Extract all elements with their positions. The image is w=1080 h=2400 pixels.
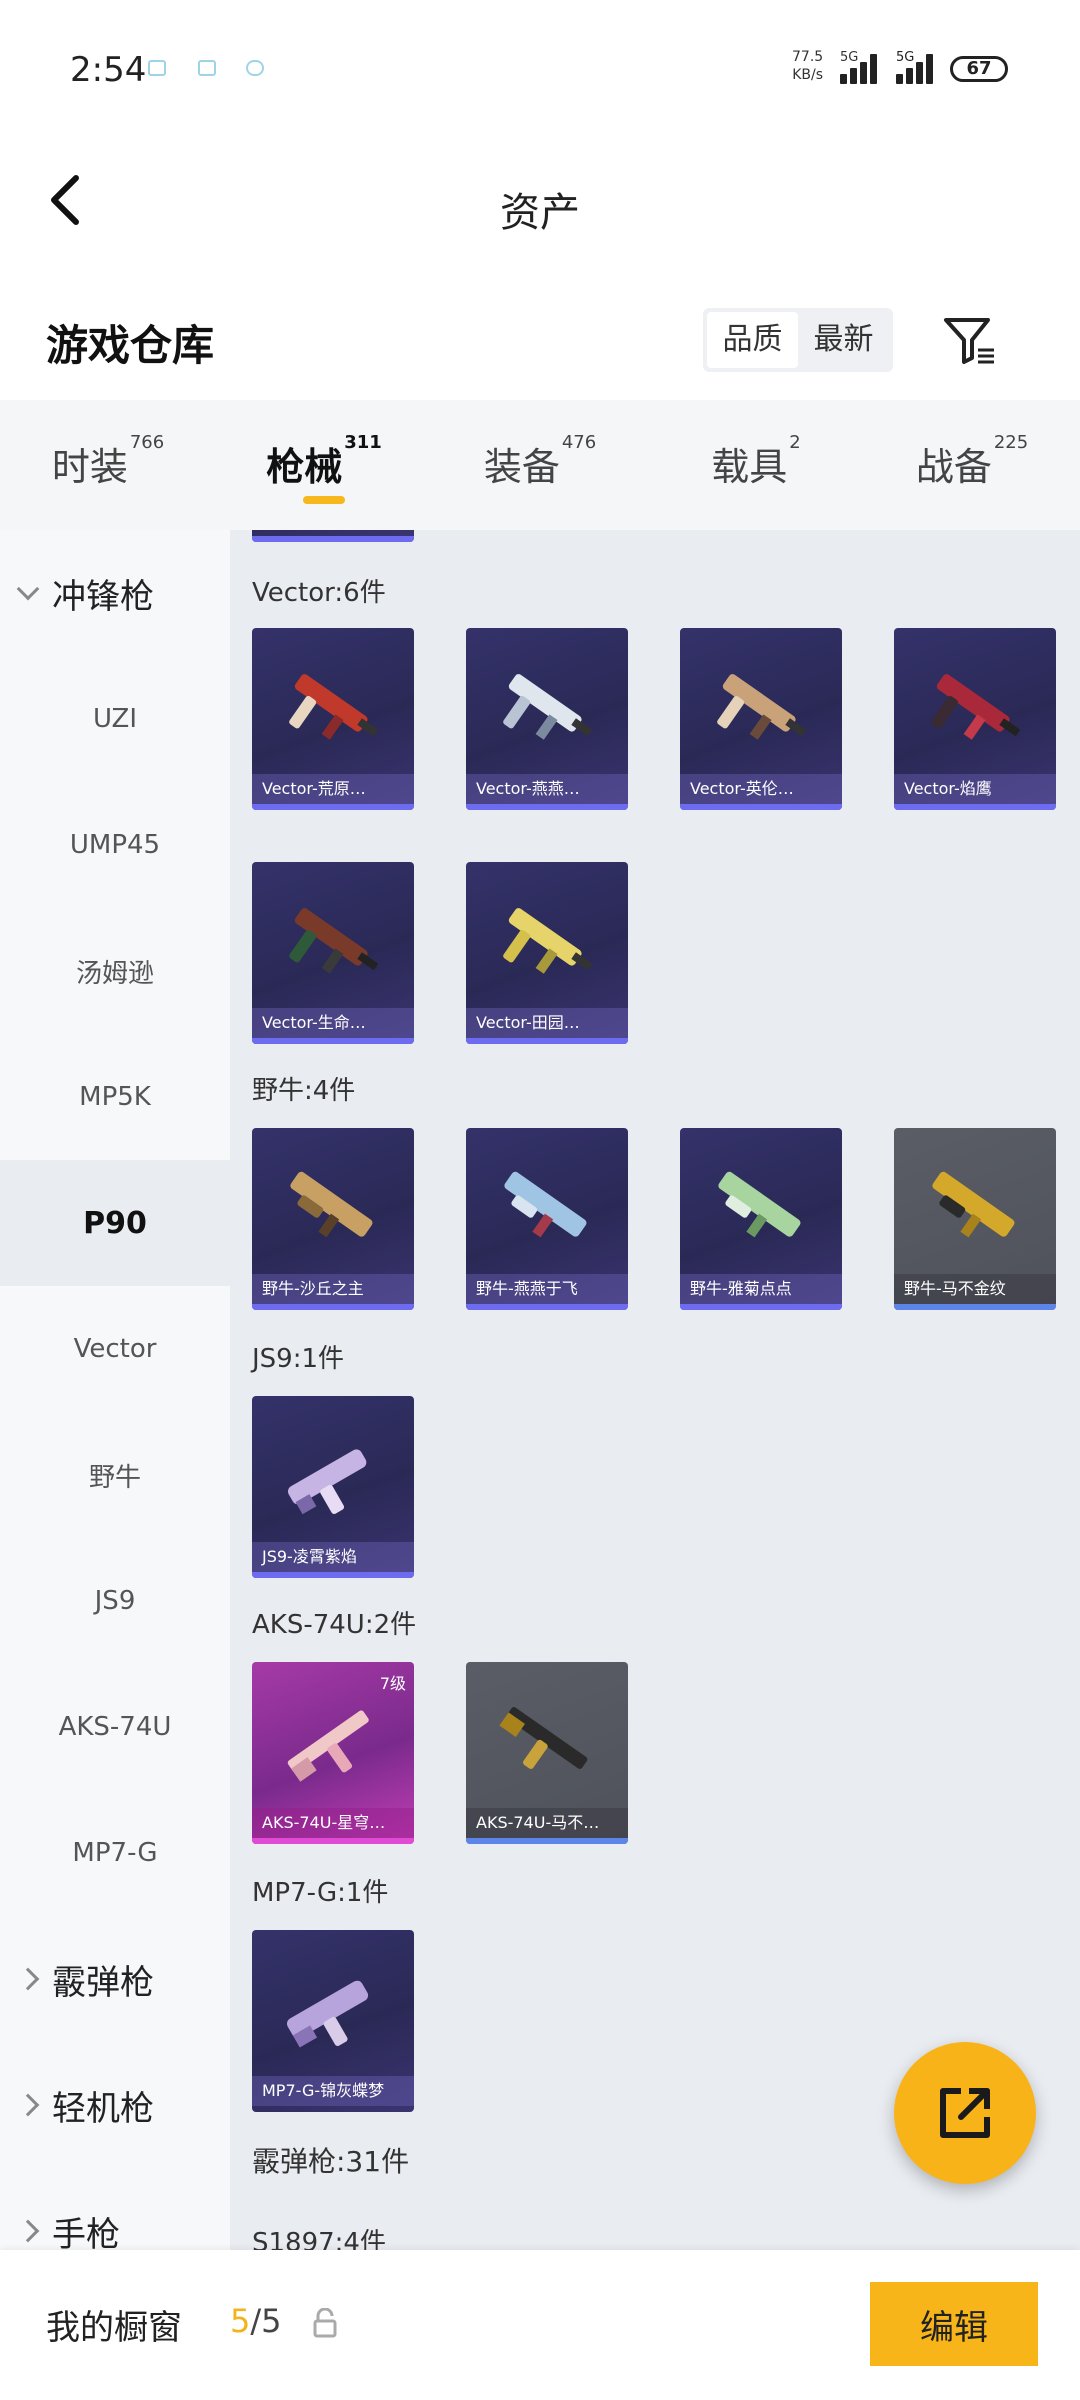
weapon-card[interactable]: 7级 AKS-74U-星穹…: [252, 1662, 414, 1844]
weapon-card[interactable]: Vector-燕燕…: [466, 628, 628, 810]
sidebar-group-lmg[interactable]: 轻机枪: [0, 2042, 230, 2168]
weapon-skin-icon: [286, 1980, 369, 2048]
weapon-skin-icon: [931, 674, 1021, 740]
weapon-name: 野牛-燕燕于飞: [466, 1274, 628, 1304]
weapon-skin-icon: [499, 1707, 588, 1769]
category-tabs: 时装766 枪械311 装备476 载具2 战备225: [0, 400, 1080, 530]
weapon-skin-icon: [289, 908, 379, 974]
weapon-card[interactable]: Vector-荒原…: [252, 628, 414, 810]
section-label: Vector:6件: [252, 578, 386, 608]
weapon-skin-icon: [290, 1171, 373, 1238]
share-icon: [940, 2088, 990, 2138]
chevron-right-icon: [16, 1967, 40, 1991]
share-button[interactable]: [894, 2042, 1036, 2184]
warehouse-row: 游戏仓库 品质 最新: [0, 290, 1080, 400]
tab-supplies[interactable]: 战备225: [864, 400, 1080, 530]
weapon-skin-icon: [718, 1171, 801, 1238]
sidebar-item-uzi[interactable]: UZI: [0, 656, 230, 782]
weapon-skin-icon: [287, 1710, 369, 1782]
sidebar-item-thompson[interactable]: 汤姆逊: [0, 908, 230, 1034]
battery-indicator: 67: [950, 56, 1008, 82]
weapon-name: 野牛-马不金纹: [894, 1274, 1056, 1304]
sidebar-item-mp5k[interactable]: MP5K: [0, 1034, 230, 1160]
weapon-skin-icon: [503, 674, 593, 740]
sort-by-newest[interactable]: 最新: [798, 312, 889, 368]
weapon-name: Vector-焰鹰: [894, 774, 1056, 804]
weapon-sidebar: 冲锋枪 UZI UMP45 汤姆逊 MP5K P90 Vector 野牛 JS9…: [0, 530, 230, 2255]
weapon-card[interactable]: Vector-田园…: [466, 862, 628, 1044]
weapon-card[interactable]: JS9-凌霄紫焰: [252, 1396, 414, 1578]
weapon-card[interactable]: 野牛-沙丘之主: [252, 1128, 414, 1310]
sidebar-item-aks74u[interactable]: AKS-74U: [0, 1664, 230, 1790]
sidebar-item-bizon[interactable]: 野牛: [0, 1412, 230, 1538]
chevron-down-icon: [16, 577, 40, 601]
section-label: JS9:1件: [252, 1344, 345, 1374]
tab-active-indicator: [303, 496, 345, 504]
sort-toggle: 品质 最新: [703, 308, 893, 372]
weapon-grid: Vector:6件 Vector-荒原… Vector-燕燕… Vector-英…: [230, 530, 1080, 2250]
section-label: 野牛:4件: [252, 1076, 356, 1106]
weapon-card[interactable]: 野牛-马不金纹: [894, 1128, 1056, 1310]
weapon-name: Vector-田园…: [466, 1008, 628, 1038]
status-time: 2:54: [70, 50, 147, 90]
tab-equipment[interactable]: 装备476: [432, 400, 648, 530]
weapon-name: MP7-G-锦灰蝶梦: [252, 2076, 414, 2106]
weapon-skin-icon: [717, 674, 807, 740]
sidebar-group-smg[interactable]: 冲锋枪: [0, 530, 230, 656]
tab-guns[interactable]: 枪械311: [216, 400, 432, 530]
weapon-card[interactable]: 野牛-燕燕于飞: [466, 1128, 628, 1310]
filter-icon[interactable]: [942, 312, 998, 368]
weapon-name: 野牛-沙丘之主: [252, 1274, 414, 1304]
notification-icon: [198, 60, 216, 76]
warehouse-title: 游戏仓库: [46, 321, 215, 370]
weapon-skin-icon: [287, 1449, 367, 1515]
tab-outfit[interactable]: 时装766: [0, 400, 216, 530]
weapon-skin-icon: [289, 674, 379, 740]
status-bar: 2:54 77.5 KB/s 5G 5G 67: [0, 0, 1080, 130]
section-label: AKS-74U:2件: [252, 1610, 417, 1640]
weapon-name: AKS-74U-星穹…: [252, 1808, 414, 1838]
page-title: 资产: [500, 190, 580, 236]
net-speed: 77.5 KB/s: [792, 49, 824, 83]
weapon-skin-icon: [503, 908, 593, 974]
weapon-name: AKS-74U-马不…: [466, 1808, 628, 1838]
section-label: MP7-G:1件: [252, 1878, 389, 1908]
sidebar-item-js9[interactable]: JS9: [0, 1538, 230, 1664]
section-label: 霰弹枪:31件: [252, 2145, 410, 2178]
sidebar-group-shotgun[interactable]: 霰弹枪: [0, 1916, 230, 2042]
unlock-icon: [313, 2308, 337, 2338]
weapon-card[interactable]: 野牛-雅菊点点: [680, 1128, 842, 1310]
weapon-card[interactable]: AKS-74U-马不…: [466, 1662, 628, 1844]
showcase-count: 5/5: [230, 2302, 282, 2340]
weapon-name: Vector-荒原…: [252, 774, 414, 804]
sidebar-item-vector[interactable]: Vector: [0, 1286, 230, 1412]
sidebar-item-p90[interactable]: P90: [0, 1160, 230, 1286]
header: 资产: [0, 130, 1080, 270]
weapon-skin-icon: [504, 1171, 587, 1238]
weapon-card[interactable]: Vector-英伦…: [680, 628, 842, 810]
tab-vehicles[interactable]: 载具2: [648, 400, 864, 530]
weapon-skin-icon: [932, 1171, 1015, 1238]
sort-by-quality[interactable]: 品质: [707, 312, 798, 368]
notification-icon: [148, 60, 166, 76]
section-label: S1897:4件: [252, 2228, 386, 2250]
sidebar-item-mp7g[interactable]: MP7-G: [0, 1790, 230, 1916]
weapon-name: Vector-英伦…: [680, 774, 842, 804]
showcase-label: 我的橱窗: [46, 2308, 182, 2348]
weapon-name: Vector-生命…: [252, 1008, 414, 1038]
weapon-card[interactable]: [252, 530, 414, 542]
notification-icon: [246, 60, 264, 76]
weapon-card[interactable]: Vector-焰鹰: [894, 628, 1056, 810]
chevron-right-icon: [16, 2219, 40, 2243]
showcase-bar: 我的橱窗 5/5 编辑: [0, 2250, 1080, 2400]
weapon-name: Vector-燕燕…: [466, 774, 628, 804]
weapon-name: JS9-凌霄紫焰: [252, 1542, 414, 1572]
weapon-card[interactable]: Vector-生命…: [252, 862, 414, 1044]
weapon-name: 野牛-雅菊点点: [680, 1274, 842, 1304]
sidebar-item-ump45[interactable]: UMP45: [0, 782, 230, 908]
edit-button[interactable]: 编辑: [870, 2282, 1038, 2366]
weapon-card[interactable]: MP7-G-锦灰蝶梦: [252, 1930, 414, 2112]
chevron-right-icon: [16, 2093, 40, 2117]
